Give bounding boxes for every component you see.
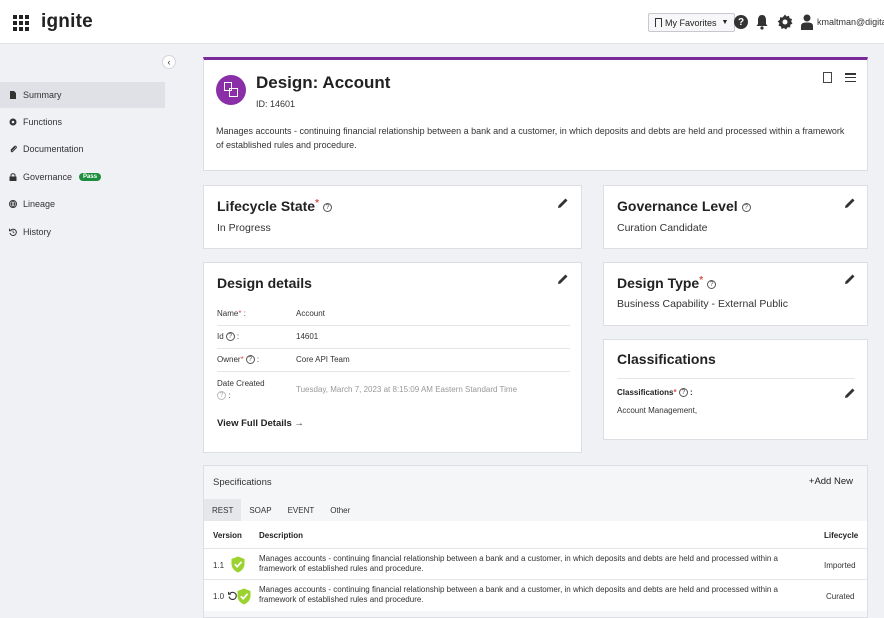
sidebar-item-label: History xyxy=(23,227,52,237)
detail-row-owner: Owner*? : Core API Team xyxy=(217,349,570,372)
tab-event[interactable]: EVENT xyxy=(280,499,323,521)
specifications-table: Version Description Lifecycle 1.1 Manage… xyxy=(204,521,867,611)
document-icon xyxy=(10,91,16,99)
help-circle-icon[interactable]: ? xyxy=(217,391,226,401)
edit-pencil-icon[interactable] xyxy=(557,273,569,285)
design-id: ID: 14601 xyxy=(256,99,296,109)
lifecycle-value: In Progress xyxy=(217,222,271,234)
sidebar-item-label: Governance xyxy=(23,172,73,182)
table-row[interactable]: 1.1 Manages accounts - continuing financ… xyxy=(204,549,867,580)
tab-soap[interactable]: SOAP xyxy=(241,499,279,521)
classifications-card: Classifications Classifications* ? : Acc… xyxy=(603,339,868,440)
user-avatar-icon[interactable] xyxy=(801,14,813,30)
governance-value: Curation Candidate xyxy=(617,222,708,234)
tab-other[interactable]: Other xyxy=(322,499,358,521)
column-header-description[interactable]: Description xyxy=(259,531,303,540)
specifications-title: Specifications xyxy=(213,477,272,488)
view-full-details-link[interactable]: View Full Details → xyxy=(217,418,304,429)
help-circle-icon[interactable]: ? xyxy=(678,388,688,398)
sidebar-item-label: Functions xyxy=(23,117,63,127)
lifecycle-state-card: Lifecycle State*? In Progress xyxy=(203,185,582,249)
help-circle-icon[interactable]: ? xyxy=(245,355,255,365)
user-name[interactable]: kmaltman@digita xyxy=(817,17,884,27)
classifications-field-label: Classifications* ? : xyxy=(617,388,693,398)
divider xyxy=(617,378,855,379)
bell-icon[interactable] xyxy=(755,14,769,30)
detail-row-name: Name* : Account xyxy=(217,306,570,326)
sidebar-item-label: Summary xyxy=(23,90,62,100)
page-title: Design: Account xyxy=(256,73,391,92)
column-header-version[interactable]: Version xyxy=(213,531,242,540)
history-icon xyxy=(228,591,237,600)
design-type-card: Design Type*? Business Capability - Exte… xyxy=(603,262,868,326)
row-lifecycle: Imported xyxy=(824,561,856,570)
sidebar-item-history[interactable]: History xyxy=(0,219,165,245)
app-logo[interactable]: ignite xyxy=(41,11,93,33)
design-details-card: Design details Name* : Account Id? : 146… xyxy=(203,262,582,453)
bookmark-icon[interactable] xyxy=(823,72,832,83)
row-version: 1.0 xyxy=(213,592,225,601)
history-icon xyxy=(9,228,17,236)
help-circle-icon[interactable]: ? xyxy=(225,332,235,342)
sidebar-item-summary[interactable]: Summary xyxy=(0,82,165,108)
classifications-value: Account Management, xyxy=(617,406,698,415)
design-type-icon xyxy=(216,75,246,105)
gear-icon xyxy=(9,118,17,126)
design-description: Manages accounts - continuing financial … xyxy=(216,126,845,150)
tab-rest[interactable]: REST xyxy=(204,499,242,521)
help-icon[interactable]: ? xyxy=(734,15,748,29)
table-header-row: Version Description Lifecycle xyxy=(204,521,867,549)
row-description: Manages accounts - continuing financial … xyxy=(259,585,778,604)
edit-pencil-icon[interactable] xyxy=(844,197,856,209)
governance-level-card: Governance Level? Curation Candidate xyxy=(603,185,868,249)
design-type-value: Business Capability - External Public xyxy=(617,298,788,310)
table-row[interactable]: 1.0 Manages accounts - continuing financ… xyxy=(204,580,867,611)
edit-pencil-icon[interactable] xyxy=(844,273,856,285)
governance-pass-badge: Pass xyxy=(79,173,102,181)
caret-down-icon: ▼ xyxy=(721,19,729,26)
bookmark-icon xyxy=(655,18,662,27)
top-bar: ignite My Favorites ▼ ? kmaltman@digita xyxy=(0,0,884,44)
hamburger-menu-icon[interactable] xyxy=(845,73,856,82)
spec-tabs: REST SOAP EVENT Other xyxy=(204,499,358,521)
verified-shield-icon xyxy=(237,588,251,605)
detail-row-date-created: Date Created? : Tuesday, March 7, 2023 a… xyxy=(217,379,518,401)
lock-icon xyxy=(9,173,17,181)
paperclip-icon xyxy=(10,145,17,153)
add-new-button[interactable]: +Add New xyxy=(809,476,853,487)
help-circle-icon[interactable]: ? xyxy=(741,202,751,212)
edit-pencil-icon[interactable] xyxy=(557,197,569,209)
settings-gear-icon[interactable] xyxy=(777,14,793,30)
favorites-dropdown[interactable]: My Favorites ▼ xyxy=(648,13,736,32)
sidebar-item-governance[interactable]: Governance Pass xyxy=(0,164,165,190)
sidebar-item-lineage[interactable]: Lineage xyxy=(0,191,165,217)
classifications-title: Classifications xyxy=(617,351,716,367)
edit-pencil-icon[interactable] xyxy=(844,387,856,399)
sidebar-item-functions[interactable]: Functions xyxy=(0,109,165,135)
collapse-sidebar-button[interactable]: ‹ xyxy=(162,55,176,69)
row-version: 1.1 xyxy=(213,561,225,570)
help-circle-icon[interactable]: ? xyxy=(322,202,332,212)
row-lifecycle: Curated xyxy=(826,592,855,601)
detail-row-id: Id? : 14601 xyxy=(217,326,570,349)
sidebar-item-documentation[interactable]: Documentation xyxy=(0,136,165,162)
design-header-card: Design: Account ID: 14601 Manages accoun… xyxy=(203,57,868,171)
design-details-title: Design details xyxy=(217,275,312,291)
column-header-lifecycle[interactable]: Lifecycle xyxy=(824,531,858,540)
lifecycle-title: Lifecycle State*? xyxy=(217,198,332,214)
favorites-label: My Favorites xyxy=(665,17,717,28)
design-type-title: Design Type*? xyxy=(617,275,717,291)
verified-shield-icon xyxy=(231,556,245,573)
globe-icon xyxy=(9,200,17,208)
sidebar-item-label: Lineage xyxy=(23,199,56,209)
specifications-card: Specifications +Add New REST SOAP EVENT … xyxy=(203,465,868,618)
row-description: Manages accounts - continuing financial … xyxy=(259,554,778,573)
help-circle-icon[interactable]: ? xyxy=(707,279,717,289)
app-grid-icon[interactable] xyxy=(13,15,29,31)
governance-title: Governance Level? xyxy=(617,198,751,214)
sidebar-item-label: Documentation xyxy=(23,144,84,154)
